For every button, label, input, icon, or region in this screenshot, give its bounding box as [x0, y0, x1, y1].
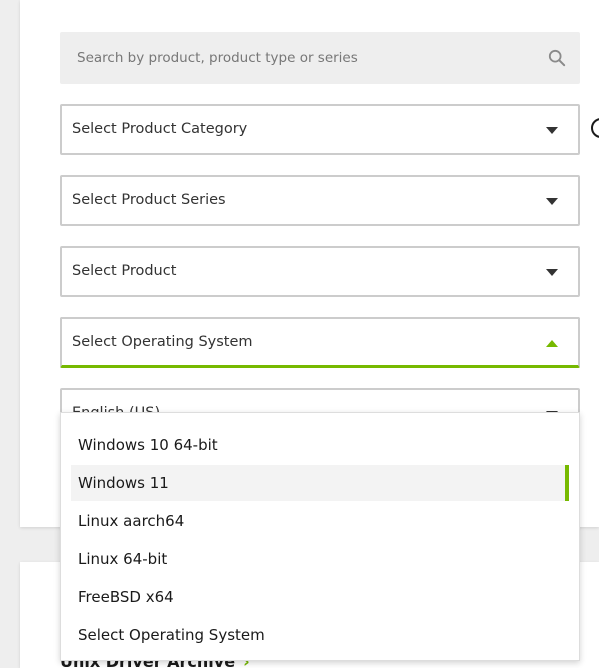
select-label: Select Operating System [72, 334, 253, 350]
search-icon[interactable] [548, 49, 566, 67]
search-input[interactable] [60, 32, 580, 84]
product-series-select[interactable]: Select Product Series [60, 175, 580, 226]
select-label: Select Product Category [72, 121, 248, 137]
operating-system-select[interactable]: Select Operating System [60, 317, 580, 368]
option-label: Windows 10 64-bit [78, 436, 218, 454]
chevron-down-icon [546, 127, 558, 134]
option-label: Select Operating System [78, 626, 265, 644]
dropdown-option[interactable]: FreeBSD x64 [71, 579, 569, 615]
chevron-down-icon [546, 269, 558, 276]
product-category-select[interactable]: Select Product Category [60, 104, 580, 155]
option-label: Linux aarch64 [78, 512, 185, 530]
chevron-down-icon [546, 198, 558, 205]
option-label: Linux 64-bit [78, 550, 168, 568]
product-search[interactable] [60, 32, 580, 84]
os-dropdown-menu: Windows 10 64-bit Windows 11 Linux aarch… [60, 412, 580, 661]
chevron-up-icon [546, 340, 558, 347]
dropdown-option[interactable]: Windows 10 64-bit [71, 427, 569, 463]
option-label: FreeBSD x64 [78, 588, 174, 606]
dropdown-option[interactable]: Linux aarch64 [71, 503, 569, 539]
select-label: Select Product [72, 263, 177, 279]
select-label: Select Product Series [72, 192, 226, 208]
option-label: Windows 11 [78, 474, 169, 492]
product-select[interactable]: Select Product [60, 246, 580, 297]
dropdown-option[interactable]: Select Operating System [71, 617, 569, 653]
dropdown-option[interactable]: Linux 64-bit [71, 541, 569, 577]
dropdown-option-selected[interactable]: Windows 11 [71, 465, 569, 501]
